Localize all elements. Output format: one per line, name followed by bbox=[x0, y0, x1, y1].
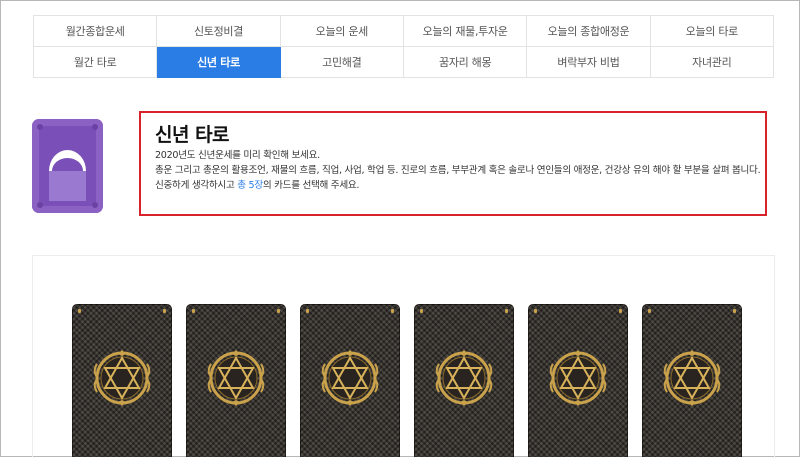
tarot-card-4[interactable] bbox=[414, 304, 514, 457]
nav-item-today-tarot[interactable]: 오늘의 타로 bbox=[650, 16, 774, 47]
card-row bbox=[72, 304, 742, 457]
card-pin-icon bbox=[78, 309, 81, 313]
card-pin-icon bbox=[648, 309, 651, 313]
nav-item-dream-reading[interactable]: 꿈자리 해몽 bbox=[403, 47, 528, 78]
nav-item-today-love[interactable]: 오늘의 종합애정운 bbox=[527, 16, 651, 47]
card-selection-area bbox=[32, 255, 775, 457]
card-pin-icon bbox=[192, 309, 195, 313]
card-pin-icon bbox=[733, 309, 736, 313]
nav-row-2: 월간 타로 신년 타로 고민해결 꿈자리 해몽 벼락부자 비법 자녀관리 bbox=[34, 47, 774, 78]
card-pin-icon bbox=[391, 309, 394, 313]
card-pin-icon bbox=[505, 309, 508, 313]
nav-item-tojeong[interactable]: 신토정비결 bbox=[157, 16, 281, 47]
card-count-highlight: 총 5장 bbox=[237, 180, 263, 191]
intro-box: 신년 타로 2020년도 신년운세를 미리 확인해 보세요. 총운 그리고 총운… bbox=[139, 111, 767, 216]
nav-item-child-care[interactable]: 자녀관리 bbox=[650, 47, 774, 78]
hexagram-emblem-icon bbox=[207, 350, 265, 406]
intro-line-3-pre: 신중하게 생각하시고 bbox=[155, 180, 238, 191]
intro-line-1: 2020년도 신년운세를 미리 확인해 보세요. bbox=[155, 150, 320, 161]
hexagram-emblem-icon bbox=[321, 350, 379, 406]
nav-item-wealth-secret[interactable]: 벼락부자 비법 bbox=[527, 47, 651, 78]
intro-line-3-post: 의 카드를 선택해 주세요. bbox=[262, 180, 360, 191]
hexagram-emblem-icon bbox=[663, 350, 721, 406]
card-pin-icon bbox=[420, 309, 423, 313]
nav-item-new-year-tarot[interactable]: 신년 타로 bbox=[157, 47, 281, 78]
tarot-card-2[interactable] bbox=[186, 304, 286, 457]
nav-item-worry-solving[interactable]: 고민해결 bbox=[280, 47, 404, 78]
tarot-card-6[interactable] bbox=[642, 304, 742, 457]
moon-card-icon bbox=[32, 119, 103, 213]
page-title: 신년 타로 bbox=[155, 124, 230, 146]
card-pin-icon bbox=[277, 309, 280, 313]
tarot-card-5[interactable] bbox=[528, 304, 628, 457]
nav-item-monthly-fortune[interactable]: 월간종합운세 bbox=[34, 16, 158, 47]
category-nav: 월간종합운세 신토정비결 오늘의 운세 오늘의 재물,투자운 오늘의 종합애정운… bbox=[33, 15, 774, 78]
card-pin-icon bbox=[619, 309, 622, 313]
card-pin-icon bbox=[534, 309, 537, 313]
hexagram-emblem-icon bbox=[93, 350, 151, 406]
nav-item-today-wealth[interactable]: 오늘의 재물,투자운 bbox=[403, 16, 528, 47]
intro-line-2: 총운 그리고 총운의 활용조언, 재물의 흐름, 직업, 사업, 학업 등. 진… bbox=[155, 165, 761, 176]
tarot-card-3[interactable] bbox=[300, 304, 400, 457]
hexagram-emblem-icon bbox=[549, 350, 607, 406]
nav-row-1: 월간종합운세 신토정비결 오늘의 운세 오늘의 재물,투자운 오늘의 종합애정운… bbox=[34, 16, 774, 47]
card-pin-icon bbox=[306, 309, 309, 313]
hexagram-emblem-icon bbox=[435, 350, 493, 406]
nav-item-today-fortune[interactable]: 오늘의 운세 bbox=[280, 16, 404, 47]
nav-item-monthly-tarot[interactable]: 월간 타로 bbox=[34, 47, 158, 78]
intro-line-3: 신중하게 생각하시고 총 5장의 카드를 선택해 주세요. bbox=[155, 178, 753, 193]
tarot-card-1[interactable] bbox=[72, 304, 172, 457]
card-pin-icon bbox=[163, 309, 166, 313]
